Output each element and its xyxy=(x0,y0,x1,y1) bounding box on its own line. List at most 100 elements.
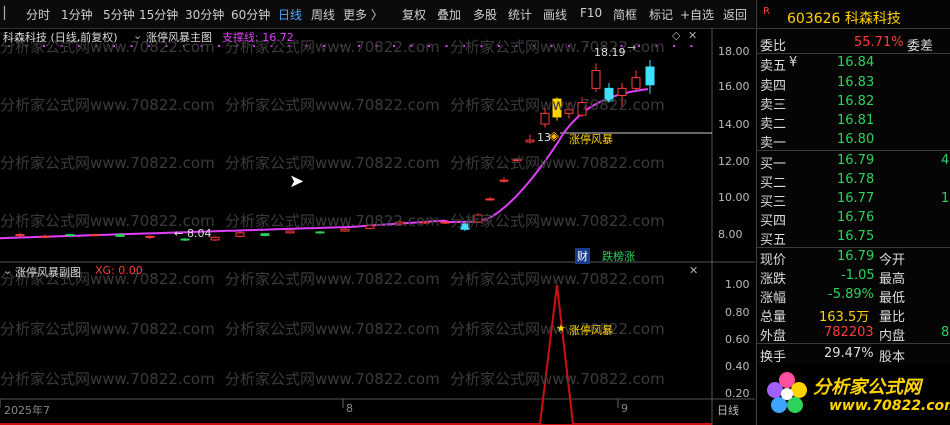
tool-fuquan[interactable]: 复权 xyxy=(402,6,426,23)
top-dot xyxy=(25,45,28,47)
top-dot xyxy=(165,45,168,47)
low-marker: 8.04 xyxy=(187,227,212,240)
top-dot xyxy=(288,45,290,47)
ask-price: 16.84 xyxy=(837,55,875,70)
signal-diamond-icon: ◈ xyxy=(549,129,559,144)
top-dot xyxy=(305,45,308,47)
top-dot xyxy=(655,45,658,47)
share-label: 股本 xyxy=(879,350,906,365)
top-dot xyxy=(130,45,133,47)
candle-body xyxy=(460,223,470,230)
candle-body xyxy=(15,234,25,237)
candle-body xyxy=(645,66,655,86)
candle-body xyxy=(473,214,483,223)
tool-simple-frame[interactable]: 简框 xyxy=(613,6,637,23)
top-dot xyxy=(673,45,675,47)
candle-body xyxy=(440,221,450,224)
period-intraday[interactable]: 分时 xyxy=(26,6,50,23)
period-daily[interactable]: 日线 xyxy=(278,6,302,23)
bid-row[interactable]: 买二 16.78 xyxy=(757,170,950,191)
sub-y-tick: 0.60 xyxy=(725,333,750,346)
y-tick: 8.00 xyxy=(718,228,743,241)
period-60min[interactable]: 60分钟 xyxy=(231,6,270,23)
weibi-value: 55.71% xyxy=(854,35,904,50)
tool-stats[interactable]: 统计 xyxy=(508,6,532,23)
sub-signal-label: 涨停风暴 xyxy=(569,324,613,337)
top-dot xyxy=(480,45,483,47)
top-dot xyxy=(183,45,185,47)
period-5min[interactable]: 5分钟 xyxy=(103,6,135,23)
y-tick: 12.00 xyxy=(718,155,750,168)
candle-body xyxy=(210,236,220,241)
main-signal-label: 涨停风暴 xyxy=(569,133,613,146)
ask-price: 16.80 xyxy=(837,132,875,147)
quote-panel: R 603626 科森科技 委比 55.71% 委差 卖五 ¥ 16.84 卖四… xyxy=(756,0,950,425)
period-weekly[interactable]: 周线 xyxy=(311,6,335,23)
ask-row[interactable]: 卖三 16.82 xyxy=(757,92,950,113)
candle-body xyxy=(40,235,50,238)
top-dot xyxy=(43,45,45,47)
period-15min[interactable]: 15分钟 xyxy=(139,6,178,23)
tool-overlay[interactable]: 叠加 xyxy=(437,6,461,23)
bid-price: 16.79 xyxy=(837,153,875,168)
badge-rank[interactable]: 跌榜涨 xyxy=(602,248,635,264)
diamond-icon[interactable]: ◇ xyxy=(672,29,680,42)
close-icon[interactable]: ✕ xyxy=(688,29,697,42)
sub-indicator-name[interactable]: 涨停风暴副图 xyxy=(15,264,81,280)
turnover-value: 29.47% xyxy=(824,346,874,361)
chart-area[interactable]: 分析家公式网www.70822.com 分析家公式网www.70822.com … xyxy=(0,28,755,425)
ask-row[interactable]: 卖四 16.83 xyxy=(757,73,950,94)
top-dot xyxy=(515,45,518,47)
tool-draw[interactable]: 画线 xyxy=(543,6,567,23)
sub-y-tick: 0.40 xyxy=(725,360,750,373)
top-dot xyxy=(78,45,80,47)
bid-row[interactable]: 买四 16.76 xyxy=(757,208,950,229)
top-dot xyxy=(113,45,115,47)
top-dot xyxy=(568,45,570,47)
bid-row[interactable]: 买三 16.77 1 xyxy=(757,189,950,210)
chart-canvas[interactable] xyxy=(0,28,755,425)
period-1min[interactable]: 1分钟 xyxy=(61,6,93,23)
support-line xyxy=(0,88,649,240)
period-30min[interactable]: 30分钟 xyxy=(185,6,224,23)
bid-volume: 4 xyxy=(941,153,950,168)
high-marker: 18.19 xyxy=(594,46,626,59)
flower-logo-icon xyxy=(767,372,807,413)
toolbar-menu-icon[interactable]: ▏ xyxy=(4,6,13,20)
candle-body xyxy=(235,232,245,237)
sub-close-icon[interactable]: ✕ xyxy=(689,264,698,277)
tool-f10[interactable]: F10 xyxy=(580,6,602,20)
bid-price: 16.75 xyxy=(837,229,875,244)
bid-row[interactable]: 买五 16.75 xyxy=(757,227,950,248)
top-dot xyxy=(638,45,640,47)
turnover-label: 换手 xyxy=(760,350,787,365)
ask-row[interactable]: 卖二 16.81 xyxy=(757,111,950,132)
top-dot xyxy=(200,45,203,47)
top-dot xyxy=(585,45,588,47)
candle-body xyxy=(365,225,375,229)
candle-body xyxy=(420,221,430,224)
tool-add-watchlist[interactable]: +自选 xyxy=(680,6,714,23)
bid-price: 16.78 xyxy=(837,172,875,187)
badge-finance[interactable]: 财 xyxy=(575,248,590,264)
ask-row[interactable]: 卖一 16.80 xyxy=(757,130,950,151)
main-indicator-name[interactable]: 涨停风暴主图 xyxy=(146,29,212,45)
candle-body xyxy=(115,234,125,237)
candle-body xyxy=(145,235,155,238)
stat-value: 16.79 xyxy=(837,249,875,264)
indicator-arrow-icon[interactable]: ⌄ xyxy=(133,29,142,42)
bid-row[interactable]: 买一 16.79 4 xyxy=(757,151,950,172)
ask-row[interactable]: 卖五 ¥ 16.84 xyxy=(757,53,950,74)
y-tick: 10.00 xyxy=(718,191,750,204)
tool-multi[interactable]: 多股 xyxy=(473,6,497,23)
tool-mark[interactable]: 标记 xyxy=(649,6,673,23)
top-dot xyxy=(393,45,395,47)
period-more[interactable]: 更多 〉 xyxy=(343,6,383,23)
sub-y-tick: 0.80 xyxy=(725,306,750,319)
logo-url: www.70822.com xyxy=(829,398,950,414)
sub-arrow-icon[interactable]: ⌄ xyxy=(3,264,12,277)
yen-icon: ¥ xyxy=(789,55,798,70)
tool-back[interactable]: 返回 xyxy=(723,6,747,23)
support-line-label: 支撑线: 16.72 xyxy=(222,31,294,44)
ask-label: 卖五 xyxy=(760,59,787,74)
